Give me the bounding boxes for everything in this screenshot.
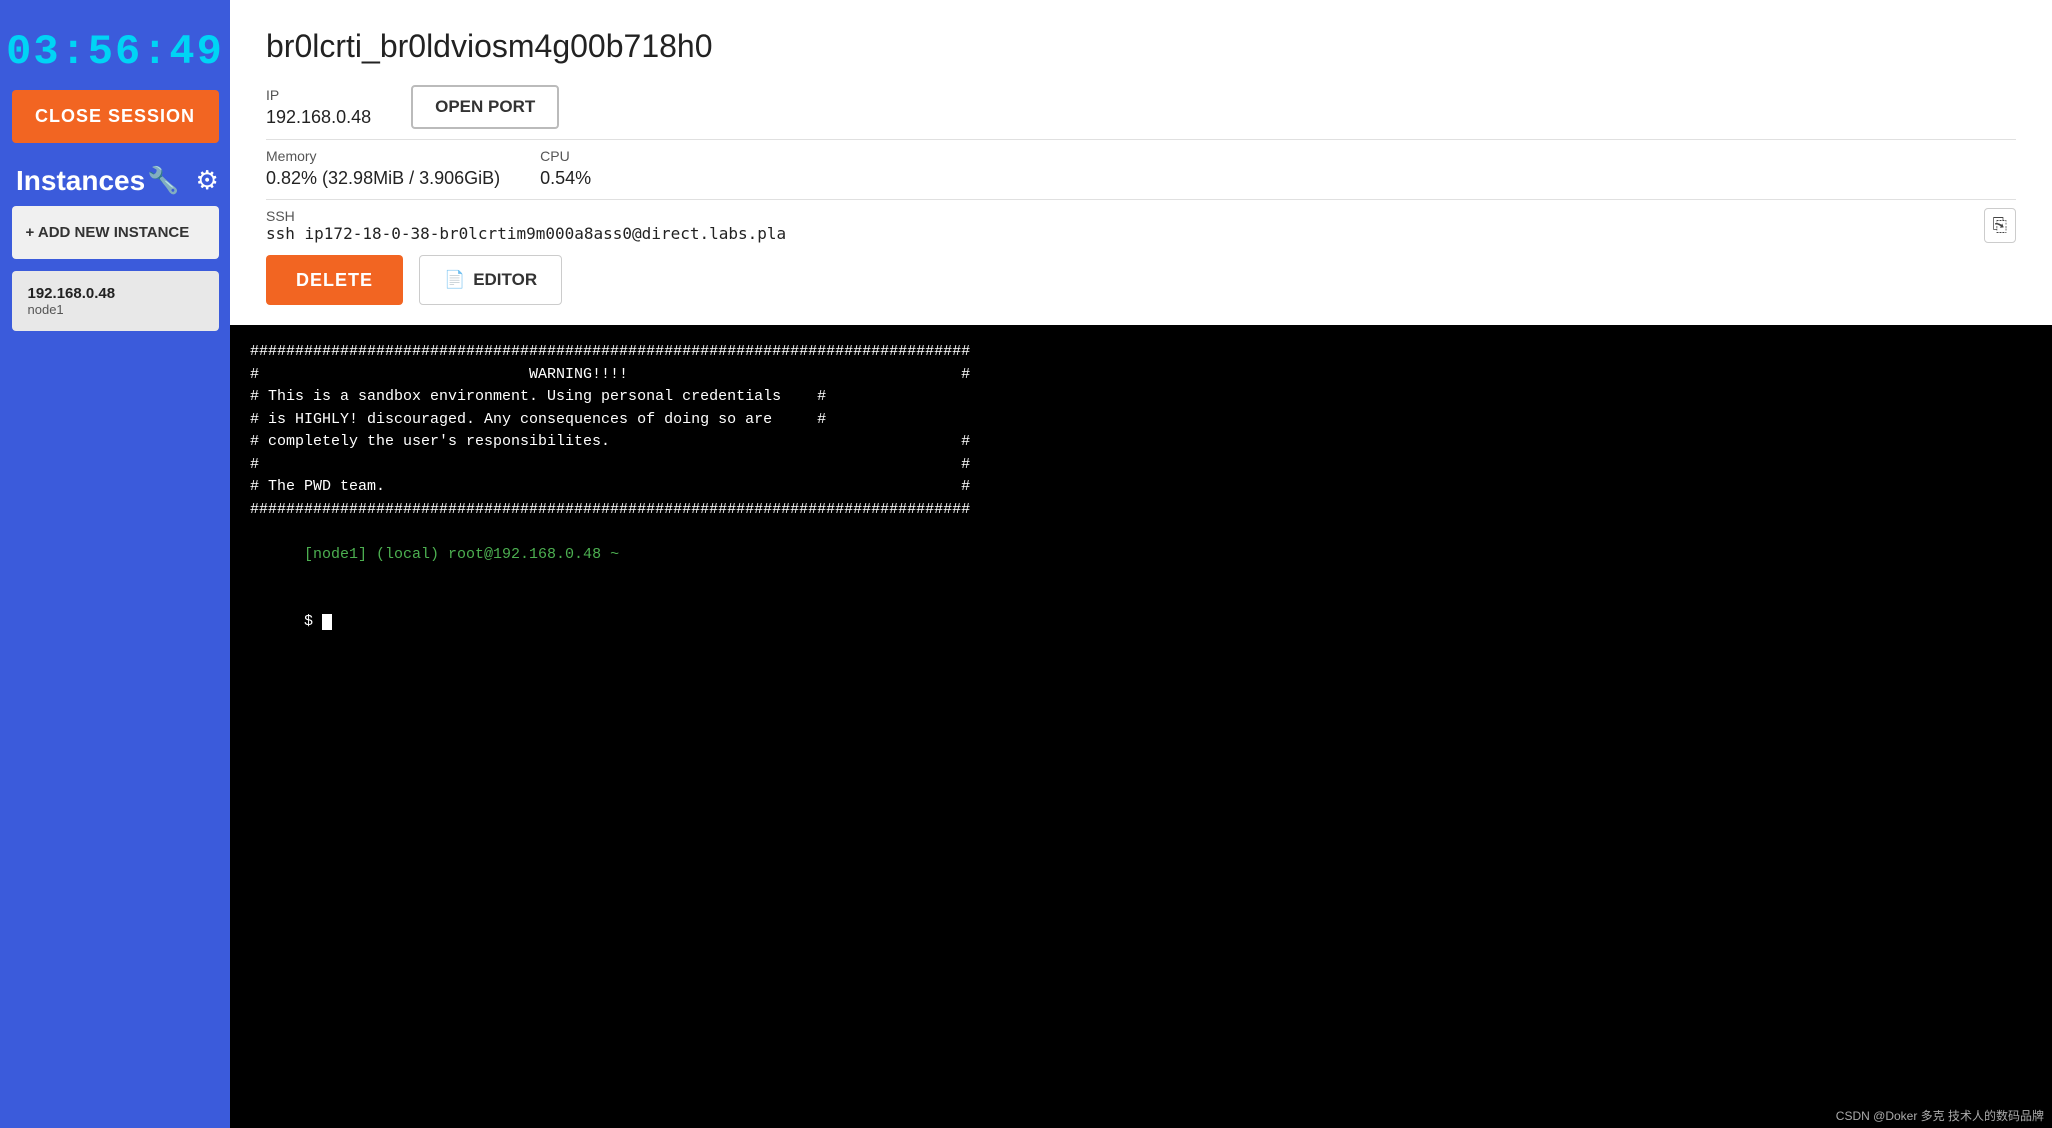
instances-title: Instances (16, 165, 145, 197)
instance-name: node1 (28, 302, 203, 317)
editor-label: EDITOR (473, 270, 537, 290)
instances-toolbar: 🔧 ⚙ (145, 163, 221, 198)
ssh-row: SSH ssh ip172-18-0-38-br0lcrtim9m000a8as… (266, 208, 2016, 243)
add-instance-button[interactable]: + ADD NEW INSTANCE (12, 206, 219, 259)
terminal[interactable]: ########################################… (230, 325, 2052, 1128)
copy-icon: ⎘ (1993, 215, 2007, 235)
ip-open-row: IP 192.168.0.48 OPEN PORT (266, 85, 2016, 129)
gear-icon-button[interactable]: ⚙ (194, 163, 221, 198)
divider-2 (266, 199, 2016, 200)
terminal-prompt-line: [node1] (local) root@192.168.0.48 ~ (250, 521, 2032, 589)
ssh-label: SSH (266, 208, 1972, 224)
terminal-line-5: # completely the user's responsibilites.… (250, 431, 2032, 454)
instance-title: br0lcrti_br0ldviosm4g00b718h0 (266, 28, 2016, 65)
main-panel: br0lcrti_br0ldviosm4g00b718h0 IP 192.168… (230, 0, 2052, 1128)
terminal-node: [node1] (local) root@192.168.0.48 ~ (304, 546, 619, 563)
ip-block: IP 192.168.0.48 (266, 87, 371, 128)
cpu-block: CPU 0.54% (540, 148, 591, 189)
instances-header: Instances 🔧 ⚙ (0, 153, 230, 206)
terminal-line-2: # WARNING!!!! # (250, 364, 2032, 387)
ssh-block: SSH ssh ip172-18-0-38-br0lcrtim9m000a8as… (266, 208, 1972, 243)
ip-value: 192.168.0.48 (266, 107, 371, 128)
sidebar: 03:56:49 CLOSE SESSION Instances 🔧 ⚙ + A… (0, 0, 230, 1128)
terminal-line-4: # is HIGHLY! discouraged. Any consequenc… (250, 409, 2032, 432)
divider-1 (266, 139, 2016, 140)
terminal-line-7: # The PWD team. # (250, 476, 2032, 499)
memory-value: 0.82% (32.98MiB / 3.906GiB) (266, 168, 500, 189)
ssh-value: ssh ip172-18-0-38-br0lcrtim9m000a8ass0@d… (266, 224, 846, 243)
instance-ip: 192.168.0.48 (28, 285, 203, 302)
memory-label: Memory (266, 148, 500, 164)
terminal-line-1: ########################################… (250, 341, 2032, 364)
instance-list-item[interactable]: 192.168.0.48 node1 (12, 271, 219, 331)
delete-button[interactable]: DELETE (266, 255, 403, 305)
terminal-input-line: $ (250, 589, 2032, 657)
cpu-label: CPU (540, 148, 591, 164)
copy-ssh-button[interactable]: ⎘ (1984, 208, 2016, 243)
resource-row: Memory 0.82% (32.98MiB / 3.906GiB) CPU 0… (266, 148, 2016, 189)
wrench-icon-button[interactable]: 🔧 (145, 163, 181, 198)
terminal-line-3: # This is a sandbox environment. Using p… (250, 386, 2032, 409)
editor-button[interactable]: 📄 EDITOR (419, 255, 562, 305)
timer: 03:56:49 (6, 10, 224, 90)
terminal-dollar: $ (304, 613, 322, 630)
ip-label: IP (266, 87, 371, 103)
terminal-cursor (322, 614, 332, 630)
watermark: CSDN @Doker 多克 技术人的数码品牌 (1836, 1107, 2044, 1124)
cpu-value: 0.54% (540, 168, 591, 189)
action-row: DELETE 📄 EDITOR (266, 255, 2016, 305)
file-icon: 📄 (444, 270, 465, 290)
terminal-line-6: # # (250, 454, 2032, 477)
terminal-line-8: ########################################… (250, 499, 2032, 522)
memory-block: Memory 0.82% (32.98MiB / 3.906GiB) (266, 148, 500, 189)
open-port-button[interactable]: OPEN PORT (411, 85, 559, 129)
info-panel: br0lcrti_br0ldviosm4g00b718h0 IP 192.168… (230, 0, 2052, 325)
close-session-button[interactable]: CLOSE SESSION (12, 90, 219, 143)
